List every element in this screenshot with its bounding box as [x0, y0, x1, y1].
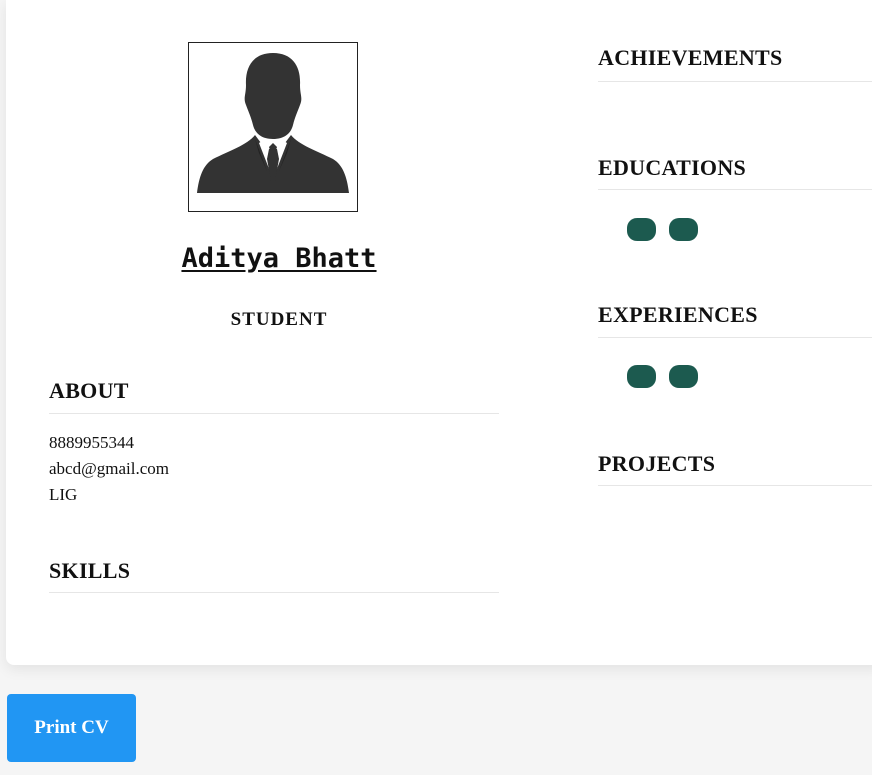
about-phone: 8889955344	[49, 433, 134, 452]
skills-heading: SKILLS	[49, 558, 131, 583]
about-email: abcd@gmail.com	[49, 459, 169, 478]
education-item-dot[interactable]	[669, 218, 698, 241]
profile-name: Aditya Bhatt	[181, 243, 377, 274]
experiences-controls	[627, 365, 698, 388]
profile-photo	[188, 42, 358, 212]
cv-card: Aditya Bhatt STUDENT ABOUT 8889955344 ab…	[6, 0, 872, 665]
profile-role: STUDENT	[230, 309, 328, 330]
projects-divider	[598, 485, 872, 486]
about-heading: ABOUT	[49, 378, 129, 403]
projects-heading: PROJECTS	[598, 451, 716, 476]
experiences-divider	[598, 337, 872, 338]
achievements-divider	[598, 81, 872, 82]
about-divider	[49, 413, 499, 414]
achievements-heading: ACHIEVEMENTS	[598, 45, 783, 70]
educations-heading: EDUCATIONS	[598, 155, 747, 180]
education-item-dot[interactable]	[627, 218, 656, 241]
experience-item-dot[interactable]	[627, 365, 656, 388]
educations-controls	[627, 218, 698, 241]
educations-divider	[598, 189, 872, 190]
skills-divider	[49, 592, 499, 593]
about-address: LIG	[49, 485, 78, 504]
print-cv-button[interactable]: Print CV	[7, 694, 136, 762]
experience-item-dot[interactable]	[669, 365, 698, 388]
experiences-heading: EXPERIENCES	[598, 302, 758, 327]
about-contact-list: 8889955344 abcd@gmail.com LIG	[49, 430, 169, 508]
person-silhouette-icon	[197, 53, 349, 211]
